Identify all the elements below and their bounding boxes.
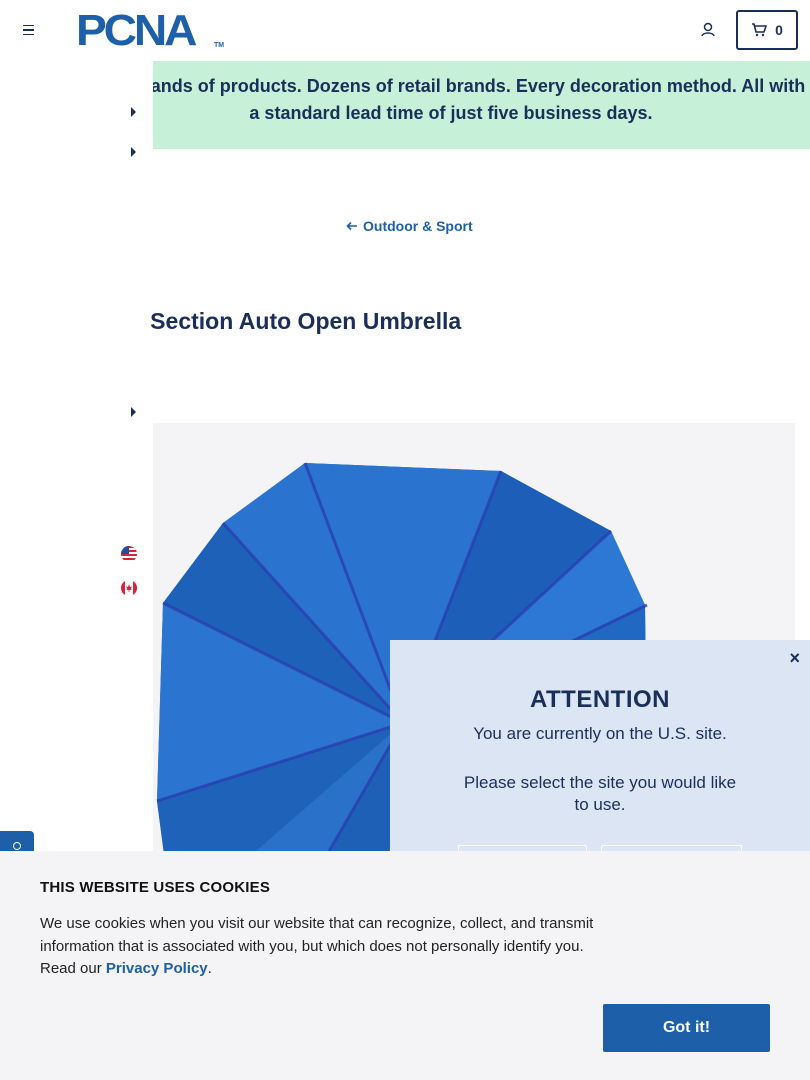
product-title: 3 Section Auto Open Umbrella — [147, 308, 462, 334]
site-header: PCNA TM 0 — [0, 0, 810, 61]
cart-icon — [752, 23, 767, 37]
product-title-container: 3 Section Auto Open Umbrella — [147, 303, 647, 339]
arrow-left-icon — [346, 221, 357, 231]
current-site-text: You are currently on the U.S. site. — [473, 724, 727, 743]
cart-count: 0 — [775, 22, 783, 38]
account-icon[interactable] — [698, 20, 718, 40]
site-select-modal: × ATTENTION You are currently on the U.S… — [390, 640, 810, 880]
close-icon[interactable]: × — [789, 648, 800, 669]
back-to-category-link[interactable]: Outdoor & Sport — [345, 218, 473, 234]
accept-cookies-button[interactable]: Got it! — [603, 1004, 770, 1052]
cookie-banner: THIS WEBSITE USES COOKIES We use cookies… — [0, 851, 810, 1080]
expand-arrow-icon[interactable] — [131, 147, 136, 157]
promo-banner: Thousands of products. Dozens of retail … — [153, 61, 810, 149]
page-root: PCNA TM 0 Thousands of products. Dozens … — [0, 0, 810, 1080]
cookie-title: THIS WEBSITE USES COOKIES — [40, 879, 271, 896]
privacy-policy-link[interactable]: Privacy Policy — [106, 960, 208, 977]
promo-text: Thousands of products. Dozens of retail … — [153, 76, 806, 123]
modal-title: ATTENTION — [529, 686, 671, 713]
canada-flag-icon[interactable] — [121, 580, 137, 596]
cart-button[interactable]: 0 — [736, 10, 798, 50]
menu-icon[interactable] — [18, 20, 38, 40]
back-link-label: Outdoor & Sport — [363, 218, 473, 234]
cookie-body: We use cookies when you visit our websit… — [40, 913, 610, 981]
pcna-logo[interactable]: PCNA TM — [76, 6, 226, 55]
logo-text: PCNA — [76, 6, 197, 55]
cookie-trailing: . — [207, 960, 212, 977]
expand-arrow-icon[interactable] — [131, 407, 136, 417]
logo-trademark: TM — [214, 42, 225, 49]
expand-arrow-icon[interactable] — [131, 107, 136, 117]
us-flag-icon[interactable] — [121, 546, 137, 562]
select-site-prompt: Please select the site you would like to… — [463, 773, 737, 814]
